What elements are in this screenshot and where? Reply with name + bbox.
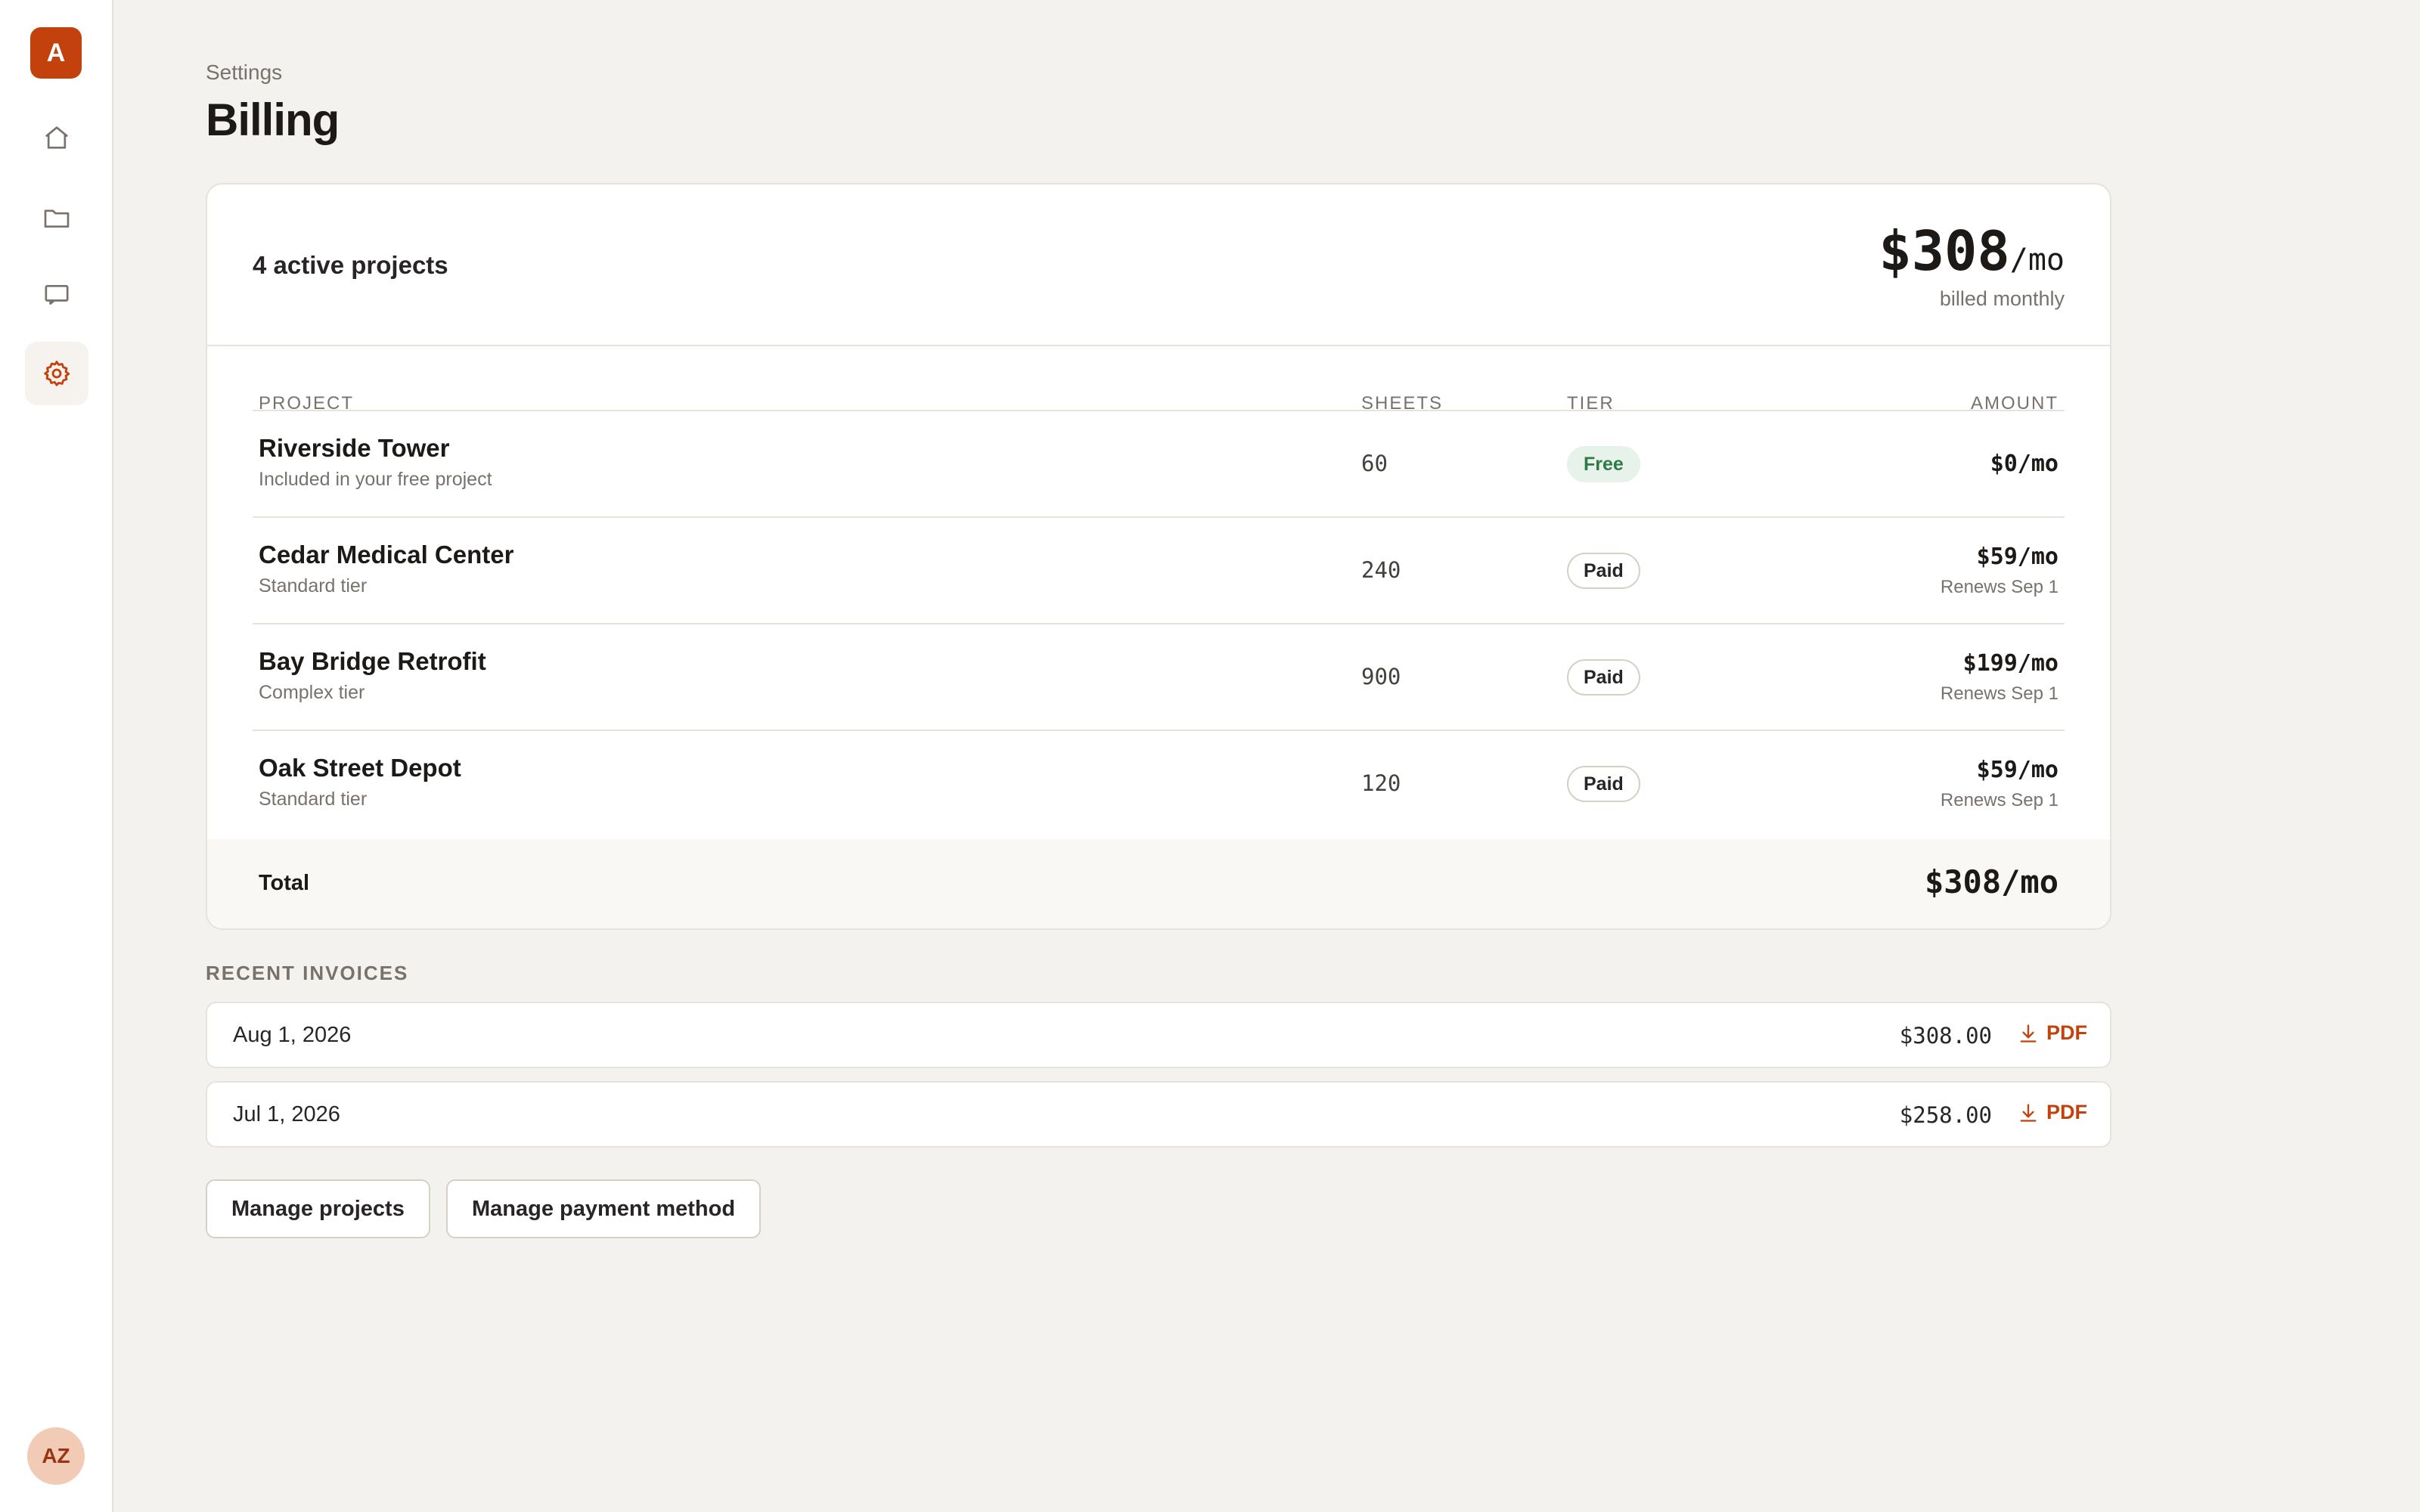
sidebar-item-home[interactable] — [25, 106, 88, 169]
gear-icon — [44, 361, 70, 386]
billing-cycle: billed monthly — [1939, 287, 2065, 310]
download-icon — [2020, 1103, 2037, 1122]
project-subtitle: Included in your free project — [259, 469, 492, 490]
project-subtitle: Standard tier — [259, 575, 368, 596]
invoice-amount: $258.00 — [1899, 1102, 1992, 1128]
download-pdf-link[interactable]: PDF — [2018, 1021, 2087, 1045]
renewal-date: Renews Sep 1 — [1940, 577, 2059, 597]
sheets-count: 120 — [1361, 770, 1401, 796]
sidebar-item-projects[interactable] — [25, 186, 88, 249]
pdf-label: PDF — [2046, 1021, 2087, 1044]
total-row: Total $308/mo — [207, 839, 2110, 928]
price-suffix: /mo — [2009, 243, 2065, 277]
billing-card: 4 active projects $308/mo billed monthly… — [206, 183, 2111, 930]
manage-projects-button[interactable]: Manage projects — [206, 1179, 430, 1238]
sidebar-item-settings[interactable] — [25, 342, 88, 405]
breadcrumb[interactable]: Settings — [206, 60, 282, 85]
sidebar: A AZ — [0, 0, 113, 1512]
manage-payment-method-button[interactable]: Manage payment method — [446, 1179, 762, 1238]
sidebar-item-inbox[interactable] — [25, 263, 88, 327]
project-name: Bay Bridge Retrofit — [259, 647, 486, 675]
project-subtitle: Standard tier — [259, 789, 368, 810]
sheets-count: 60 — [1361, 451, 1388, 476]
row-amount: $199/mo — [1962, 650, 2059, 677]
invoice-row: Jul 1, 2026 $258.00 PDF — [206, 1081, 2111, 1148]
folder-icon — [44, 209, 70, 228]
total-amount: $308/mo — [1924, 863, 2059, 900]
table-row[interactable]: Cedar Medical Center Standard tier 240 P… — [253, 516, 2065, 623]
active-projects-count: 4 active projects — [253, 251, 448, 279]
sheets-count: 900 — [1361, 664, 1401, 689]
invoice-date: Jul 1, 2026 — [233, 1102, 340, 1126]
billing-summary: 4 active projects $308/mo billed monthly — [207, 184, 2110, 346]
user-avatar[interactable]: AZ — [27, 1427, 85, 1485]
project-name: Riverside Tower — [259, 434, 450, 462]
price-amount: $308 — [1879, 219, 2010, 283]
project-name: Cedar Medical Center — [259, 541, 514, 569]
renewal-date: Renews Sep 1 — [1940, 683, 2059, 704]
pdf-label: PDF — [2046, 1101, 2087, 1123]
row-amount: $59/mo — [1976, 757, 2059, 783]
sheets-count: 240 — [1361, 557, 1401, 583]
row-amount: $0/mo — [1990, 451, 2059, 477]
download-icon — [2020, 1024, 2037, 1043]
monthly-price: $308/mo — [1879, 219, 2065, 283]
row-amount: $59/mo — [1976, 544, 2059, 570]
invoice-date: Aug 1, 2026 — [233, 1023, 352, 1047]
project-subtitle: Complex tier — [259, 682, 365, 703]
download-pdf-link[interactable]: PDF — [2018, 1101, 2087, 1124]
app-logo[interactable]: A — [30, 27, 82, 79]
inbox-icon — [45, 285, 69, 305]
table-row[interactable]: Riverside Tower Included in your free pr… — [253, 410, 2065, 516]
table-row[interactable]: Bay Bridge Retrofit Complex tier 900 Pai… — [253, 623, 2065, 730]
tier-badge: Paid — [1567, 659, 1640, 696]
home-icon — [45, 126, 69, 149]
tier-badge: Paid — [1567, 766, 1640, 802]
project-name: Oak Street Depot — [259, 754, 461, 782]
invoice-row: Aug 1, 2026 $308.00 PDF — [206, 1002, 2111, 1068]
total-label: Total — [259, 871, 310, 895]
renewal-date: Renews Sep 1 — [1940, 790, 2059, 810]
tier-badge: Free — [1567, 446, 1640, 482]
invoice-amount: $308.00 — [1899, 1023, 1992, 1049]
page-title: Billing — [206, 94, 340, 145]
tier-badge: Paid — [1567, 553, 1640, 589]
recent-invoices-heading: RECENT INVOICES — [206, 962, 409, 984]
table-row[interactable]: Oak Street Depot Standard tier 120 Paid … — [253, 730, 2065, 836]
